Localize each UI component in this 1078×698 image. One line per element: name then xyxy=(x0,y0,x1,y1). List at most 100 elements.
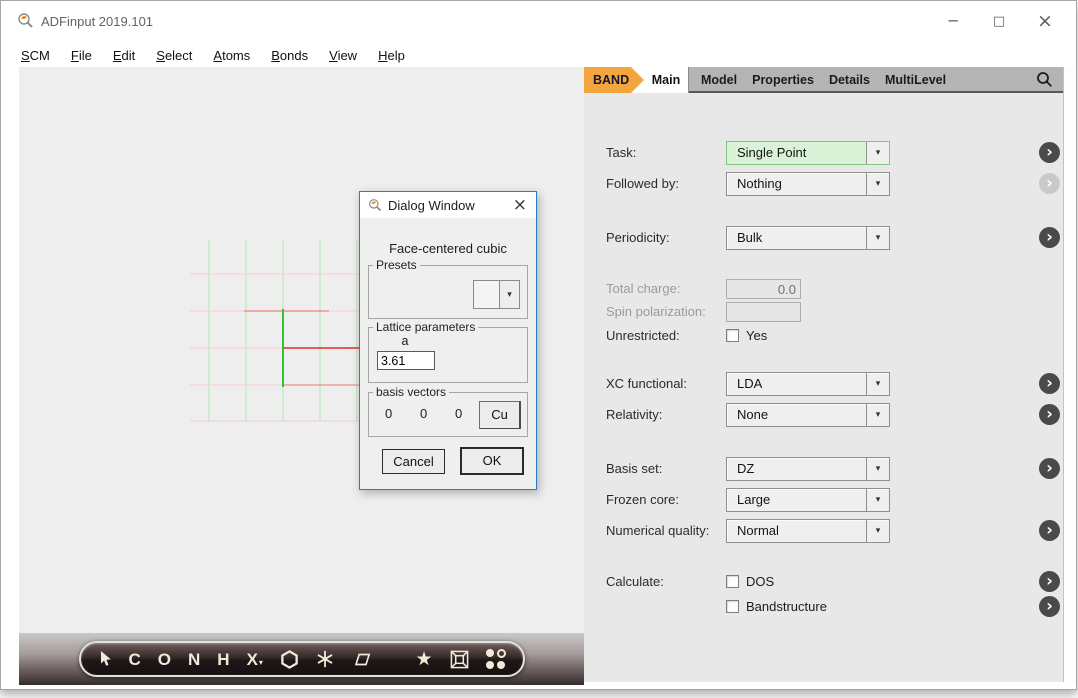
relativity-detail-chevron[interactable]: › xyxy=(1039,404,1060,425)
pointer-tool-icon[interactable] xyxy=(99,651,112,667)
star-tool[interactable]: ★ xyxy=(415,650,432,669)
ok-button[interactable]: OK xyxy=(460,447,524,475)
menu-scm[interactable]: SCM xyxy=(21,48,50,63)
task-label: Task: xyxy=(606,141,636,165)
presets-dropdown[interactable]: ▾ xyxy=(473,280,520,309)
numerical-quality-dropdown[interactable]: Normal ▾ xyxy=(726,519,890,543)
followed-by-detail-chevron: › xyxy=(1039,173,1060,194)
tab-bar: BAND Main Model Properties Details Multi… xyxy=(584,67,1063,93)
basis-vector-x: 0 xyxy=(385,406,392,421)
periodicity-detail-chevron[interactable]: › xyxy=(1039,227,1060,248)
basis-set-dropdown[interactable]: DZ ▾ xyxy=(726,457,890,481)
tab-multilevel[interactable]: MultiLevel xyxy=(885,73,946,87)
molecule-viewport[interactable]: C O N H X▾ xyxy=(19,67,584,685)
menu-file[interactable]: File xyxy=(71,48,92,63)
task-detail-chevron[interactable]: › xyxy=(1039,142,1060,163)
basis-set-label: Basis set: xyxy=(606,457,662,481)
periodicity-label: Periodicity: xyxy=(606,226,670,250)
tab-main[interactable]: Main xyxy=(644,67,688,93)
unrestricted-checkbox[interactable] xyxy=(726,329,739,342)
window-title: ADFinput 2019.101 xyxy=(41,14,153,29)
basis-group-label: basis vectors xyxy=(373,385,449,399)
menu-bar: SCM File Edit Select Atoms Bonds View He… xyxy=(21,43,405,67)
dialog-close-icon[interactable]: × xyxy=(513,195,527,215)
numerical-quality-label: Numerical quality: xyxy=(606,519,709,543)
menu-bonds[interactable]: Bonds xyxy=(271,48,308,63)
dropdown-arrow-icon: ▾ xyxy=(866,173,889,195)
atom-type-button[interactable]: Cu xyxy=(479,401,521,429)
tab-model[interactable]: Model xyxy=(701,73,737,87)
carbon-tool[interactable]: C xyxy=(129,651,141,668)
dropdown-arrow-icon: ▾ xyxy=(866,404,889,426)
ring-tool-icon[interactable] xyxy=(280,650,299,669)
band-engine-tab[interactable]: BAND xyxy=(584,67,644,93)
tab-details[interactable]: Details xyxy=(829,73,870,87)
dropdown-arrow-icon: ▾ xyxy=(866,458,889,480)
minimize-button[interactable]: ─ xyxy=(930,1,976,41)
lattice-parameters-group: Lattice parameters a xyxy=(368,327,528,383)
plane-tool-icon[interactable] xyxy=(351,652,371,667)
menu-help[interactable]: Help xyxy=(378,48,405,63)
basis-vector-y: 0 xyxy=(420,406,427,421)
frozen-core-dropdown[interactable]: Large ▾ xyxy=(726,488,890,512)
main-form: Task: Single Point ▾ › Followed by: Noth… xyxy=(584,93,1063,682)
dialog-title: Dialog Window xyxy=(388,198,475,213)
close-button[interactable]: × xyxy=(1022,1,1068,41)
dos-detail-chevron[interactable]: › xyxy=(1039,571,1060,592)
basis-vector-z: 0 xyxy=(455,406,462,421)
settings-panel: BAND Main Model Properties Details Multi… xyxy=(584,67,1064,682)
calculate-label: Calculate: xyxy=(606,570,664,594)
crystal-tool-icon[interactable] xyxy=(316,650,334,668)
dialog-heading: Face-centered cubic xyxy=(360,241,536,256)
periodicity-dropdown[interactable]: Bulk ▾ xyxy=(726,226,890,250)
dialog-title-bar[interactable]: Dialog Window × xyxy=(360,192,536,218)
task-dropdown[interactable]: Single Point ▾ xyxy=(726,141,890,165)
hydrogen-tool[interactable]: H xyxy=(217,651,229,668)
menu-atoms[interactable]: Atoms xyxy=(213,48,250,63)
element-x-tool[interactable]: X▾ xyxy=(247,651,263,668)
dialog-window: Dialog Window × Face-centered cubic Pres… xyxy=(359,191,537,490)
basis-vectors-group: basis vectors 0 0 0 Cu xyxy=(368,392,528,437)
relativity-label: Relativity: xyxy=(606,403,662,427)
tab-properties[interactable]: Properties xyxy=(752,73,814,87)
cancel-button[interactable]: Cancel xyxy=(382,449,445,474)
bandstructure-detail-chevron[interactable]: › xyxy=(1039,596,1060,617)
menu-select[interactable]: Select xyxy=(156,48,192,63)
spacefill-tool-icon[interactable] xyxy=(486,649,505,669)
xc-functional-detail-chevron[interactable]: › xyxy=(1039,373,1060,394)
spin-polarization-label: Spin polarization: xyxy=(606,300,706,324)
presets-group: Presets ▾ xyxy=(368,265,528,319)
scrollbar-track xyxy=(1064,67,1076,682)
oxygen-tool[interactable]: O xyxy=(158,651,171,668)
menu-view[interactable]: View xyxy=(329,48,357,63)
unrestricted-checkbox-label: Yes xyxy=(746,324,767,348)
bandstructure-checkbox-label: Bandstructure xyxy=(746,595,827,619)
app-window: ADFinput 2019.101 ─ □ × SCM File Edit Se… xyxy=(0,0,1077,690)
menu-edit[interactable]: Edit xyxy=(113,48,135,63)
nitrogen-tool[interactable]: N xyxy=(188,651,200,668)
xc-functional-label: XC functional: xyxy=(606,372,687,396)
followed-by-dropdown[interactable]: Nothing ▾ xyxy=(726,172,890,196)
maximize-button[interactable]: □ xyxy=(976,1,1022,41)
relativity-dropdown[interactable]: None ▾ xyxy=(726,403,890,427)
app-logo-icon xyxy=(17,12,35,30)
presets-dropdown-arrow-icon: ▾ xyxy=(499,281,519,308)
viewport-bottom-bar: C O N H X▾ xyxy=(19,633,584,685)
basis-set-detail-chevron[interactable]: › xyxy=(1039,458,1060,479)
xc-functional-dropdown[interactable]: LDA ▾ xyxy=(726,372,890,396)
dropdown-arrow-icon: ▾ xyxy=(866,489,889,511)
spin-polarization-input xyxy=(726,302,801,322)
search-icon[interactable] xyxy=(1036,71,1053,88)
bandstructure-checkbox[interactable] xyxy=(726,600,739,613)
presets-group-label: Presets xyxy=(373,258,420,272)
dos-checkbox[interactable] xyxy=(726,575,739,588)
unrestricted-label: Unrestricted: xyxy=(606,324,680,348)
lattice-a-input[interactable] xyxy=(377,351,435,370)
numerical-quality-detail-chevron[interactable]: › xyxy=(1039,520,1060,541)
title-bar: ADFinput 2019.101 ─ □ × xyxy=(1,1,1076,41)
followed-by-label: Followed by: xyxy=(606,172,679,196)
dialog-logo-icon xyxy=(368,198,383,213)
dropdown-arrow-icon: ▾ xyxy=(866,142,889,164)
unit-cell-tool-icon[interactable] xyxy=(450,650,469,669)
frozen-core-label: Frozen core: xyxy=(606,488,679,512)
